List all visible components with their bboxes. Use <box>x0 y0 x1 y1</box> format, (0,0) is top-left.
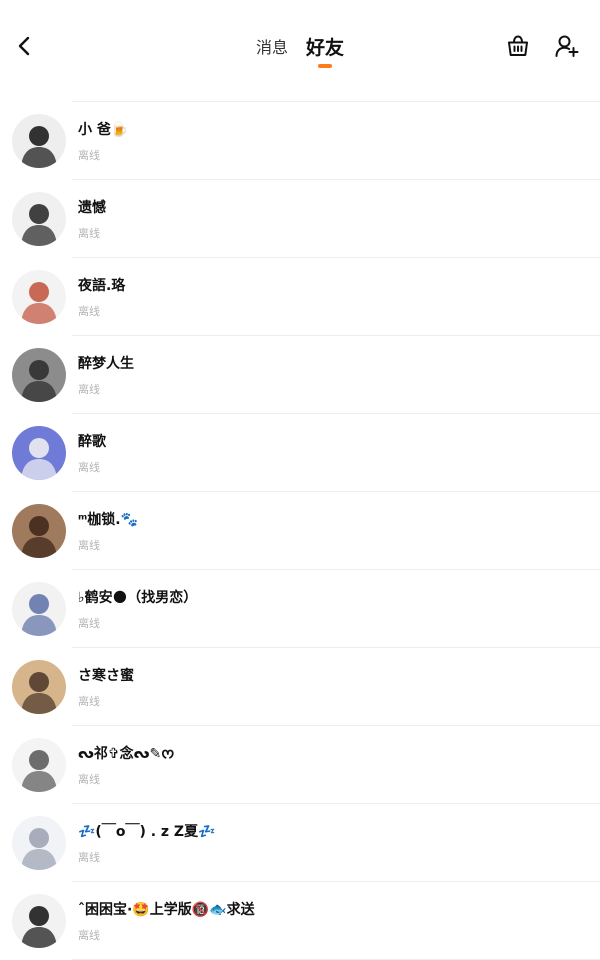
friend-avatar[interactable] <box>12 348 66 402</box>
friend-name: 遗憾 <box>78 200 106 216</box>
shopping-basket-icon <box>505 33 531 63</box>
friend-name: ♭鹤安🌑（找男恋） <box>78 590 198 606</box>
friend-name: 夜語.珞 <box>78 278 126 294</box>
friend-status: 离线 <box>78 539 100 552</box>
friend-status: 离线 <box>78 461 100 474</box>
friend-status: 离线 <box>78 227 100 240</box>
chevron-left-icon <box>17 36 31 60</box>
friend-status: 离线 <box>78 851 100 864</box>
tab-messages-label: 消息 <box>255 38 288 57</box>
friend-avatar[interactable] <box>12 504 66 558</box>
friend-avatar[interactable] <box>12 738 66 792</box>
friend-list-item[interactable]: ˆ困困宝·🤩上学版🔞🐟求送 离线 <box>0 882 600 960</box>
tab-friends[interactable]: 好友 <box>298 30 352 70</box>
friend-name: 醉梦人生 <box>78 356 134 372</box>
friend-list-item[interactable]: 醉歌 离线 <box>0 414 600 492</box>
active-tab-indicator <box>318 64 332 68</box>
friend-list-item[interactable]: ♭鹤安🌑（找男恋） 离线 <box>0 570 600 648</box>
friend-avatar[interactable] <box>12 270 66 324</box>
friend-avatar[interactable] <box>12 582 66 636</box>
store-button[interactable] <box>503 33 533 63</box>
friend-avatar[interactable] <box>12 114 66 168</box>
friend-list: 离线小 爸🍺离线遗憾离线夜語.珞离线醉梦人生离线醉歌离线ᵐ枷锁.🐾离线♭鹤安🌑（… <box>0 24 600 960</box>
friend-list-item[interactable]: 小 爸🍺 离线 <box>0 102 600 180</box>
friend-status: 离线 <box>78 383 100 396</box>
friend-status: 离线 <box>78 617 100 630</box>
friend-name: さ寒さ蜜 <box>78 668 134 684</box>
friend-name: 小 爸🍺 <box>78 122 129 138</box>
add-user-icon <box>554 33 580 63</box>
friend-list-item[interactable]: さ寒さ蜜 离线 <box>0 648 600 726</box>
friend-status: 离线 <box>78 773 100 786</box>
friend-status: 离线 <box>78 695 100 708</box>
friend-name: ᵐ枷锁.🐾 <box>78 512 139 528</box>
add-friend-button[interactable] <box>552 33 582 63</box>
friend-list-item[interactable]: 醉梦人生 离线 <box>0 336 600 414</box>
friend-list-item[interactable]: 夜語.珞离线 <box>0 258 600 336</box>
friend-status: 离线 <box>78 149 100 162</box>
friend-avatar[interactable] <box>12 894 66 948</box>
friend-avatar[interactable] <box>12 192 66 246</box>
top-nav-bar: 消息 好友 <box>0 0 600 96</box>
friend-name: ˆ困困宝·🤩上学版🔞🐟求送 <box>78 902 255 918</box>
friend-name: 💤(￣o￣) . z Z夏💤 <box>78 824 216 840</box>
friend-list-item[interactable]: ᵐ枷锁.🐾 离线 <box>0 492 600 570</box>
friend-list-item[interactable]: ᔓ祁✞念ᔓ✎ᰔ 离线 <box>0 726 600 804</box>
friend-avatar[interactable] <box>12 660 66 714</box>
friend-status: 离线 <box>78 305 100 318</box>
friend-avatar[interactable] <box>12 816 66 870</box>
friend-list-item[interactable]: 遗憾 离线 <box>0 180 600 258</box>
friend-name: 醉歌 <box>78 434 106 450</box>
tab-messages[interactable]: 消息 <box>248 30 296 70</box>
friend-list-item[interactable]: 💤(￣o￣) . z Z夏💤 离线 <box>0 804 600 882</box>
friend-avatar[interactable] <box>12 426 66 480</box>
back-button[interactable] <box>10 32 38 64</box>
tab-friends-label: 好友 <box>306 37 345 59</box>
friend-name: ᔓ祁✞念ᔓ✎ᰔ <box>78 746 175 762</box>
friend-status: 离线 <box>78 929 100 942</box>
